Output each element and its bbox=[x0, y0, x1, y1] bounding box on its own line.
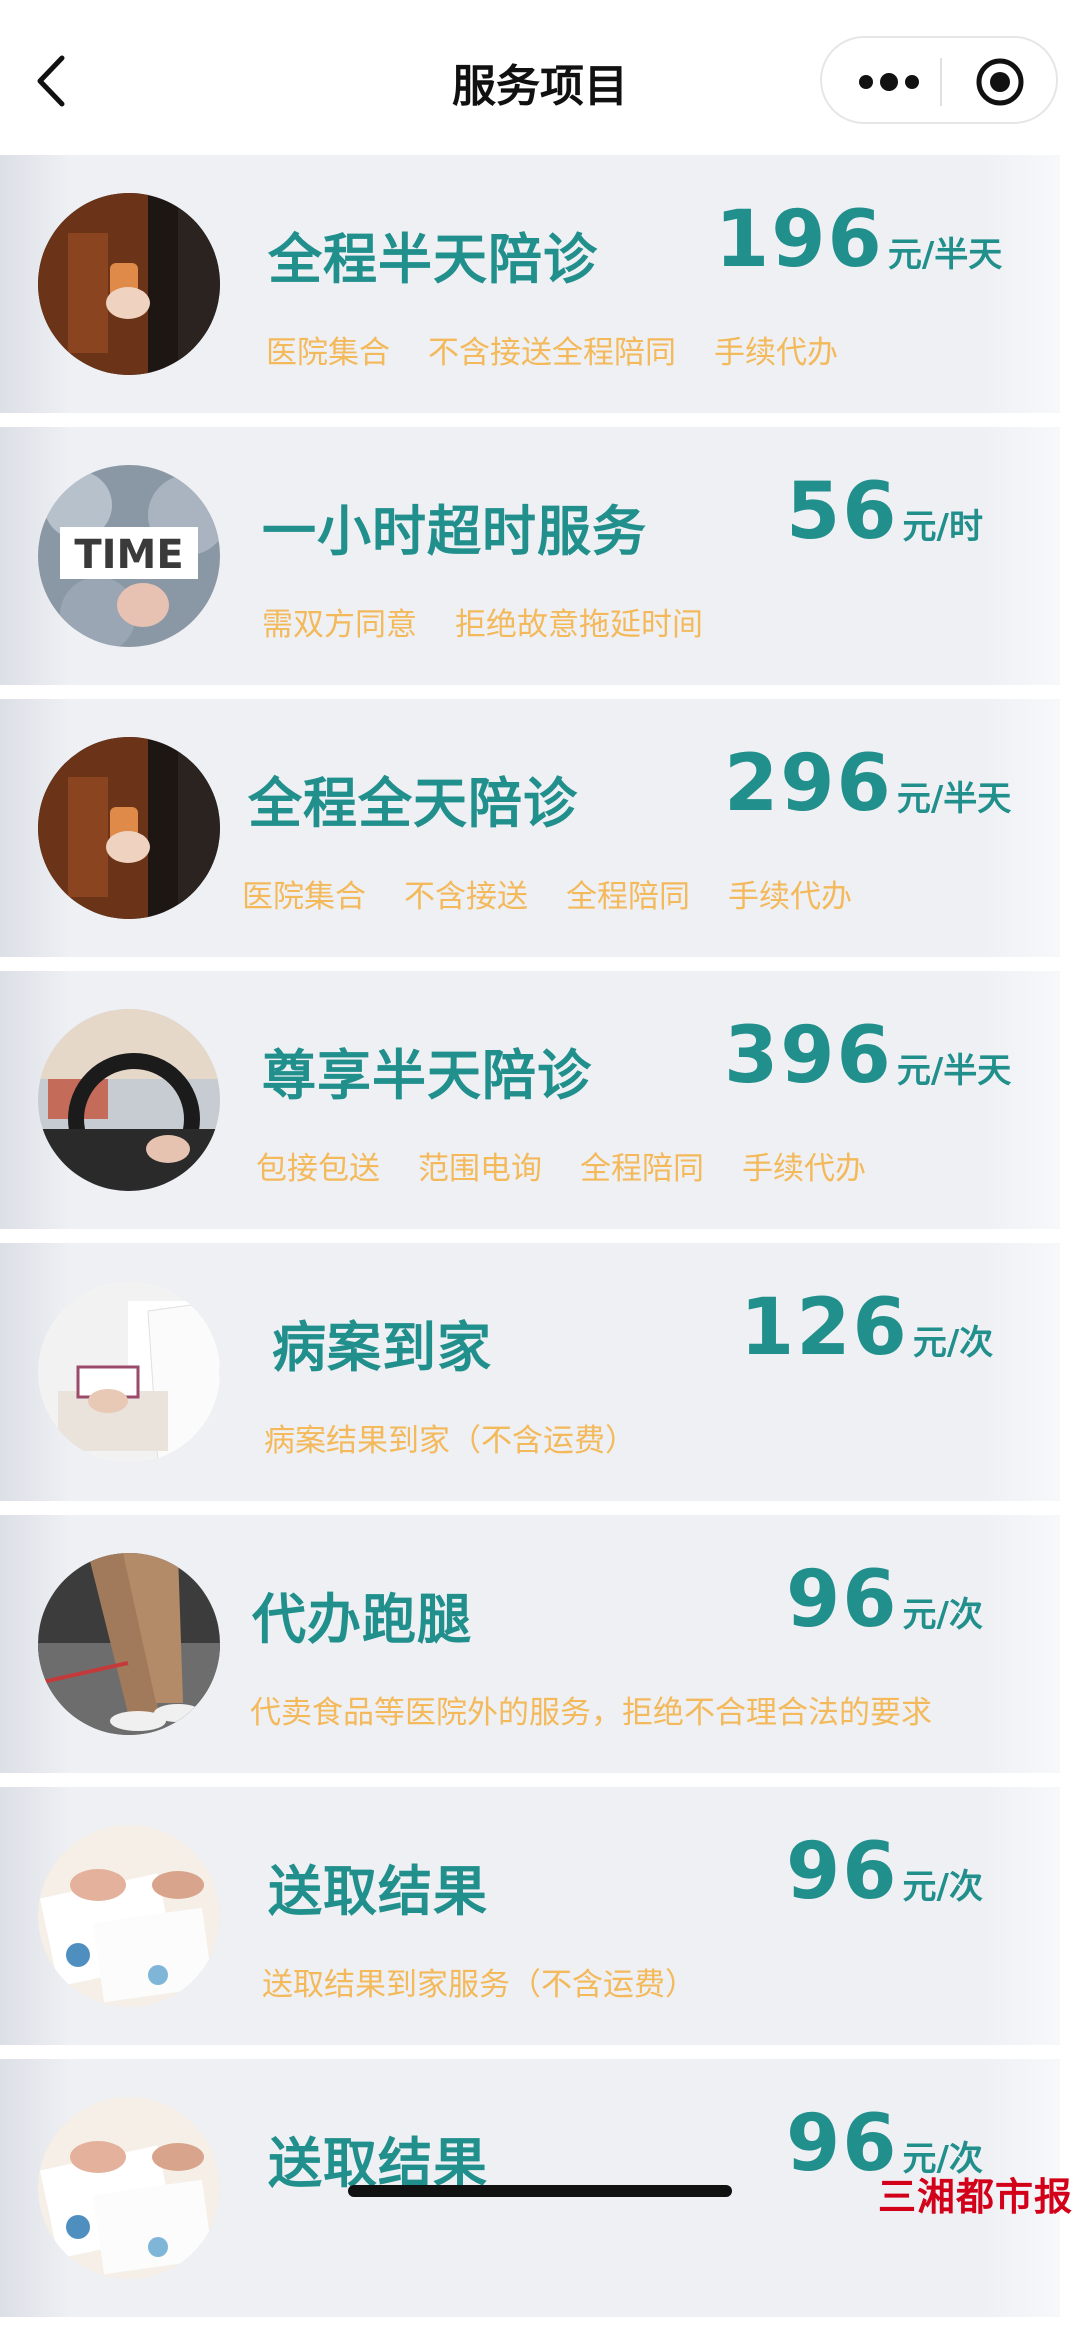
target-circle-icon[interactable] bbox=[974, 56, 1026, 108]
price-value: 126 bbox=[740, 1283, 909, 1373]
service-image: TIME bbox=[38, 465, 220, 647]
svg-text:TIME: TIME bbox=[74, 532, 183, 578]
service-card[interactable]: 尊享半天陪诊 396 元/半天 包接包送 范围电询 全程陪同 手续代办 bbox=[0, 971, 1060, 1229]
price-value: 196 bbox=[715, 195, 884, 285]
service-price: 126 元/次 bbox=[740, 1283, 993, 1373]
service-tags: 病案结果到家（不含运费） bbox=[264, 1415, 674, 1460]
service-name: 代办跑腿 bbox=[252, 1588, 472, 1651]
mini-program-capsule bbox=[820, 36, 1058, 124]
service-price: 96 元/次 bbox=[786, 1555, 983, 1645]
service-tag: 手续代办 bbox=[728, 879, 852, 915]
service-price: 96 元/次 bbox=[786, 1827, 983, 1917]
service-tag: 送取结果到家服务（不含运费） bbox=[262, 1967, 696, 2003]
service-card[interactable]: 病案到家 126 元/次 病案结果到家（不含运费） bbox=[0, 1243, 1060, 1501]
price-value: 96 bbox=[786, 1555, 899, 1645]
service-name: 病案到家 bbox=[272, 1316, 492, 1379]
price-value: 56 bbox=[786, 467, 899, 557]
service-tag: 医院集合 bbox=[266, 335, 390, 371]
service-tag: 需双方同意 bbox=[262, 607, 417, 643]
service-tags: 送取结果到家服务（不含运费） bbox=[262, 1959, 734, 2004]
service-tags: 医院集合 不含接送 全程陪同 手续代办 bbox=[242, 871, 890, 916]
service-name: 全程全天陪诊 bbox=[248, 772, 578, 835]
service-image bbox=[38, 193, 220, 375]
watermark: 三湘都市报 bbox=[878, 2175, 1074, 2219]
price-value: 96 bbox=[786, 1827, 899, 1917]
price-unit: 元/半天 bbox=[896, 1051, 1012, 1091]
service-price: 396 元/半天 bbox=[724, 1011, 1011, 1101]
service-name: 送取结果 bbox=[268, 1860, 488, 1923]
service-tags: 包接包送 范围电询 全程陪同 手续代办 bbox=[256, 1143, 904, 1188]
service-card[interactable]: 送取结果 96 元/次 送取结果到家服务（不含运费） bbox=[0, 1787, 1060, 2045]
capsule-divider bbox=[940, 58, 942, 106]
service-tag: 拒绝故意拖延时间 bbox=[455, 607, 703, 643]
price-value: 396 bbox=[724, 1011, 893, 1101]
navigation-bar: 服务项目 bbox=[0, 0, 1080, 155]
service-tag: 病案结果到家（不含运费） bbox=[264, 1423, 636, 1459]
service-name: 尊享半天陪诊 bbox=[262, 1044, 592, 1107]
service-image bbox=[38, 1009, 220, 1191]
service-name: 一小时超时服务 bbox=[262, 500, 647, 563]
price-value: 296 bbox=[724, 739, 893, 829]
service-price: 196 元/半天 bbox=[715, 195, 1002, 285]
service-tag: 范围电询 bbox=[418, 1151, 542, 1187]
price-unit: 元/半天 bbox=[887, 235, 1003, 275]
price-unit: 元/次 bbox=[902, 1867, 983, 1907]
service-tag: 代卖食品等医院外的服务，拒绝不合理合法的要求 bbox=[250, 1695, 932, 1731]
service-tag: 不含接送 bbox=[404, 879, 528, 915]
service-image bbox=[38, 1281, 220, 1463]
service-tag: 不含接送全程陪同 bbox=[428, 335, 676, 371]
service-tag: 医院集合 bbox=[242, 879, 366, 915]
service-price: 56 元/时 bbox=[786, 467, 983, 557]
service-tag: 包接包送 bbox=[256, 1151, 380, 1187]
home-indicator[interactable] bbox=[348, 2185, 732, 2197]
service-image bbox=[38, 2097, 220, 2279]
service-image bbox=[38, 1825, 220, 2007]
price-unit: 元/半天 bbox=[896, 779, 1012, 819]
service-price: 296 元/半天 bbox=[724, 739, 1011, 829]
service-card[interactable]: TIME 一小时超时服务 56 元/时 需双方同意 拒绝故意拖延时间 bbox=[0, 427, 1060, 685]
service-tags: 代卖食品等医院外的服务，拒绝不合理合法的要求 bbox=[250, 1687, 970, 1732]
service-tags: 医院集合 不含接送全程陪同 手续代办 bbox=[266, 327, 876, 372]
price-unit: 元/次 bbox=[912, 1323, 994, 1363]
service-tag: 全程陪同 bbox=[580, 1151, 704, 1187]
more-dots-icon[interactable] bbox=[854, 62, 924, 102]
service-list: 全程半天陪诊 196 元/半天 医院集合 不含接送全程陪同 手续代办 TIME 一小时… bbox=[0, 155, 1080, 2331]
service-card[interactable]: 代办跑腿 96 元/次 代卖食品等医院外的服务，拒绝不合理合法的要求 bbox=[0, 1515, 1060, 1773]
price-unit: 元/次 bbox=[902, 1595, 983, 1635]
service-tag: 全程陪同 bbox=[566, 879, 690, 915]
service-tags: 需双方同意 拒绝故意拖延时间 bbox=[262, 599, 741, 644]
service-card[interactable]: 全程半天陪诊 196 元/半天 医院集合 不含接送全程陪同 手续代办 bbox=[0, 155, 1060, 413]
service-image bbox=[38, 737, 220, 919]
service-image bbox=[38, 1553, 220, 1735]
price-unit: 元/时 bbox=[902, 507, 983, 547]
service-tag: 手续代办 bbox=[742, 1151, 866, 1187]
service-tag: 手续代办 bbox=[714, 335, 838, 371]
service-card[interactable]: 全程全天陪诊 296 元/半天 医院集合 不含接送 全程陪同 手续代办 bbox=[0, 699, 1060, 957]
service-name: 全程半天陪诊 bbox=[268, 228, 598, 291]
